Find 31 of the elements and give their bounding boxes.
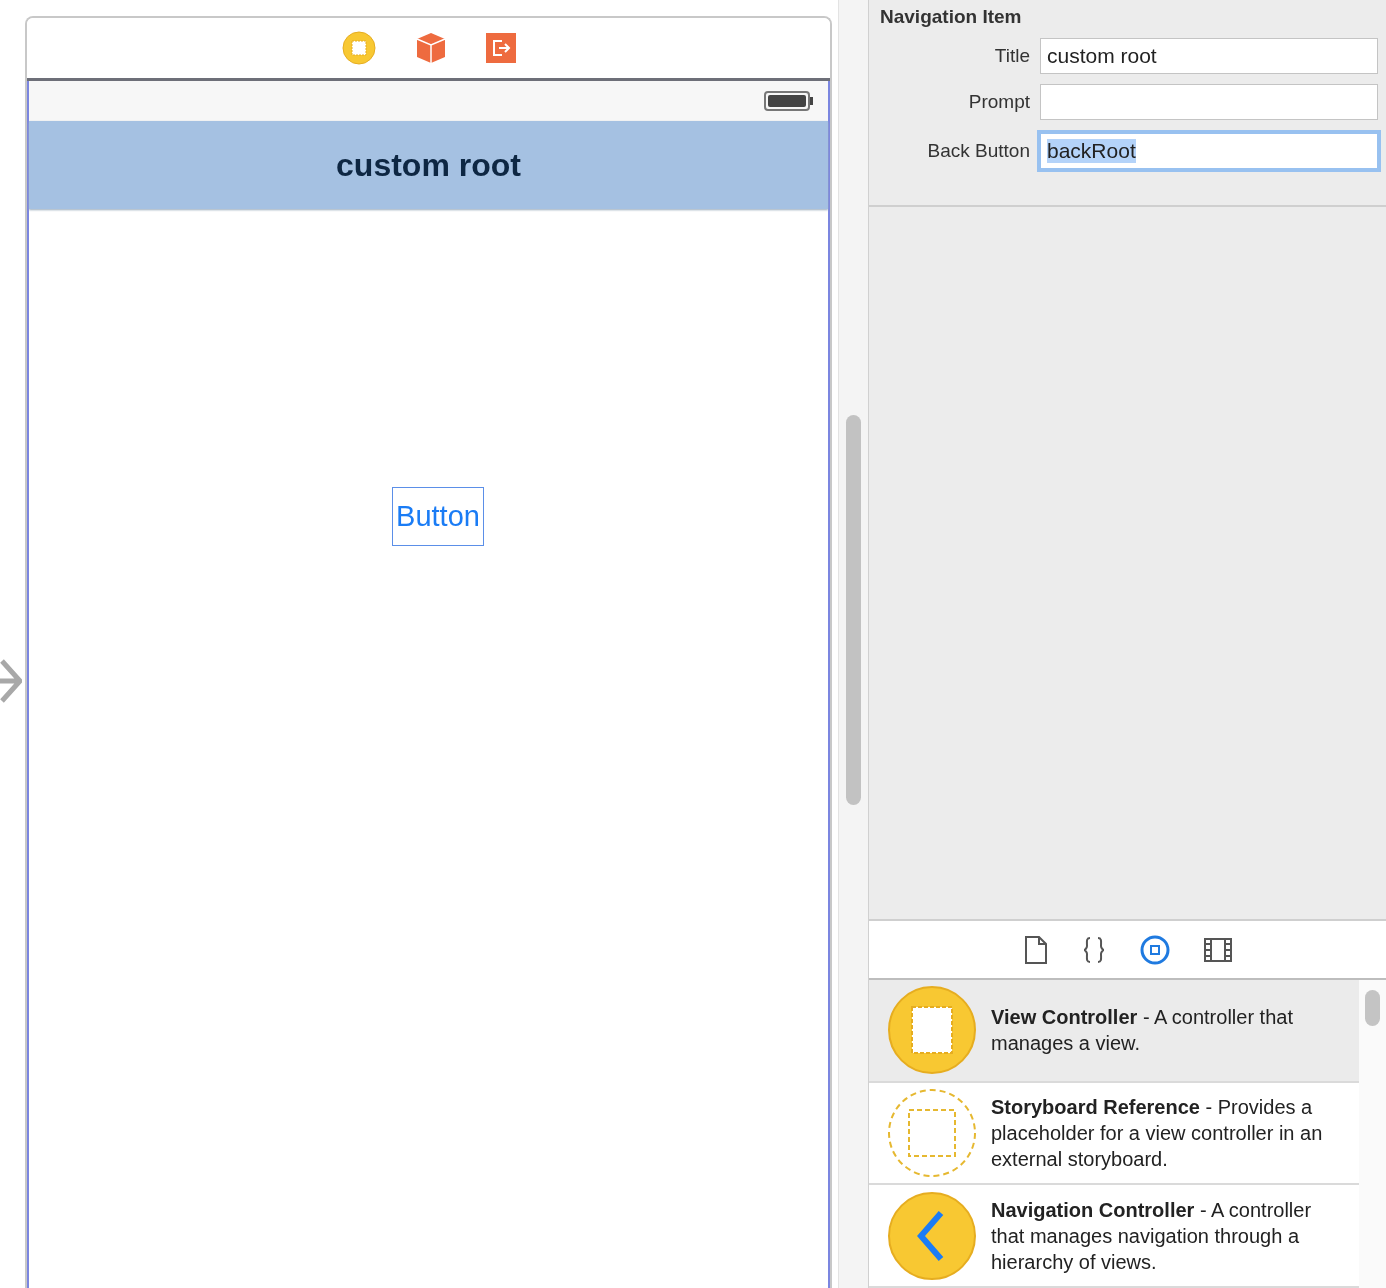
field-label: Title: [993, 45, 1031, 67]
library-item[interactable]: View Controller - A controller that manages a view.: [869, 980, 1359, 1083]
field-label: Prompt: [967, 91, 1031, 113]
library-tab[interactable]: [1203, 937, 1232, 962]
item-description: View Controller - A controller that manages a view.: [991, 1005, 1294, 1057]
battery-icon: [764, 91, 814, 111]
scrollbar-thumb[interactable]: [846, 415, 861, 805]
library-tab[interactable]: [1139, 934, 1170, 965]
library-tab[interactable]: [1023, 935, 1048, 964]
navigation-title: custom root: [336, 146, 521, 184]
file-icon: [1023, 935, 1048, 964]
button[interactable]: Button: [392, 487, 484, 546]
text-field[interactable]: [1040, 84, 1378, 120]
inspector-title: Navigation Item: [880, 6, 1023, 28]
view-controller-icon[interactable]: [341, 31, 376, 65]
field-label: Back Button: [926, 140, 1031, 162]
object-icon: [1139, 934, 1170, 965]
navigation-controller-icon: [887, 1190, 977, 1281]
library-tab[interactable]: [1081, 935, 1106, 964]
entry-arrow-icon: [0, 659, 22, 703]
film-strip-icon: [1203, 937, 1232, 962]
storyboard-reference-icon: [887, 1088, 977, 1178]
text-field[interactable]: custom root: [1040, 38, 1378, 74]
cube-icon[interactable]: [415, 32, 446, 64]
text-field[interactable]: backRoot: [1037, 130, 1381, 172]
exit-icon[interactable]: [485, 33, 516, 63]
braces-icon: [1081, 935, 1106, 964]
view-controller-icon: [887, 985, 977, 1076]
item-description: Storyboard Reference - Provides a placeholder for a view controller in an external storyboard.: [991, 1095, 1324, 1172]
item-description: Navigation Controller - A controller that manages navigation through a hierarchy of views.: [991, 1197, 1313, 1275]
scrollbar-thumb[interactable]: [1365, 990, 1380, 1026]
